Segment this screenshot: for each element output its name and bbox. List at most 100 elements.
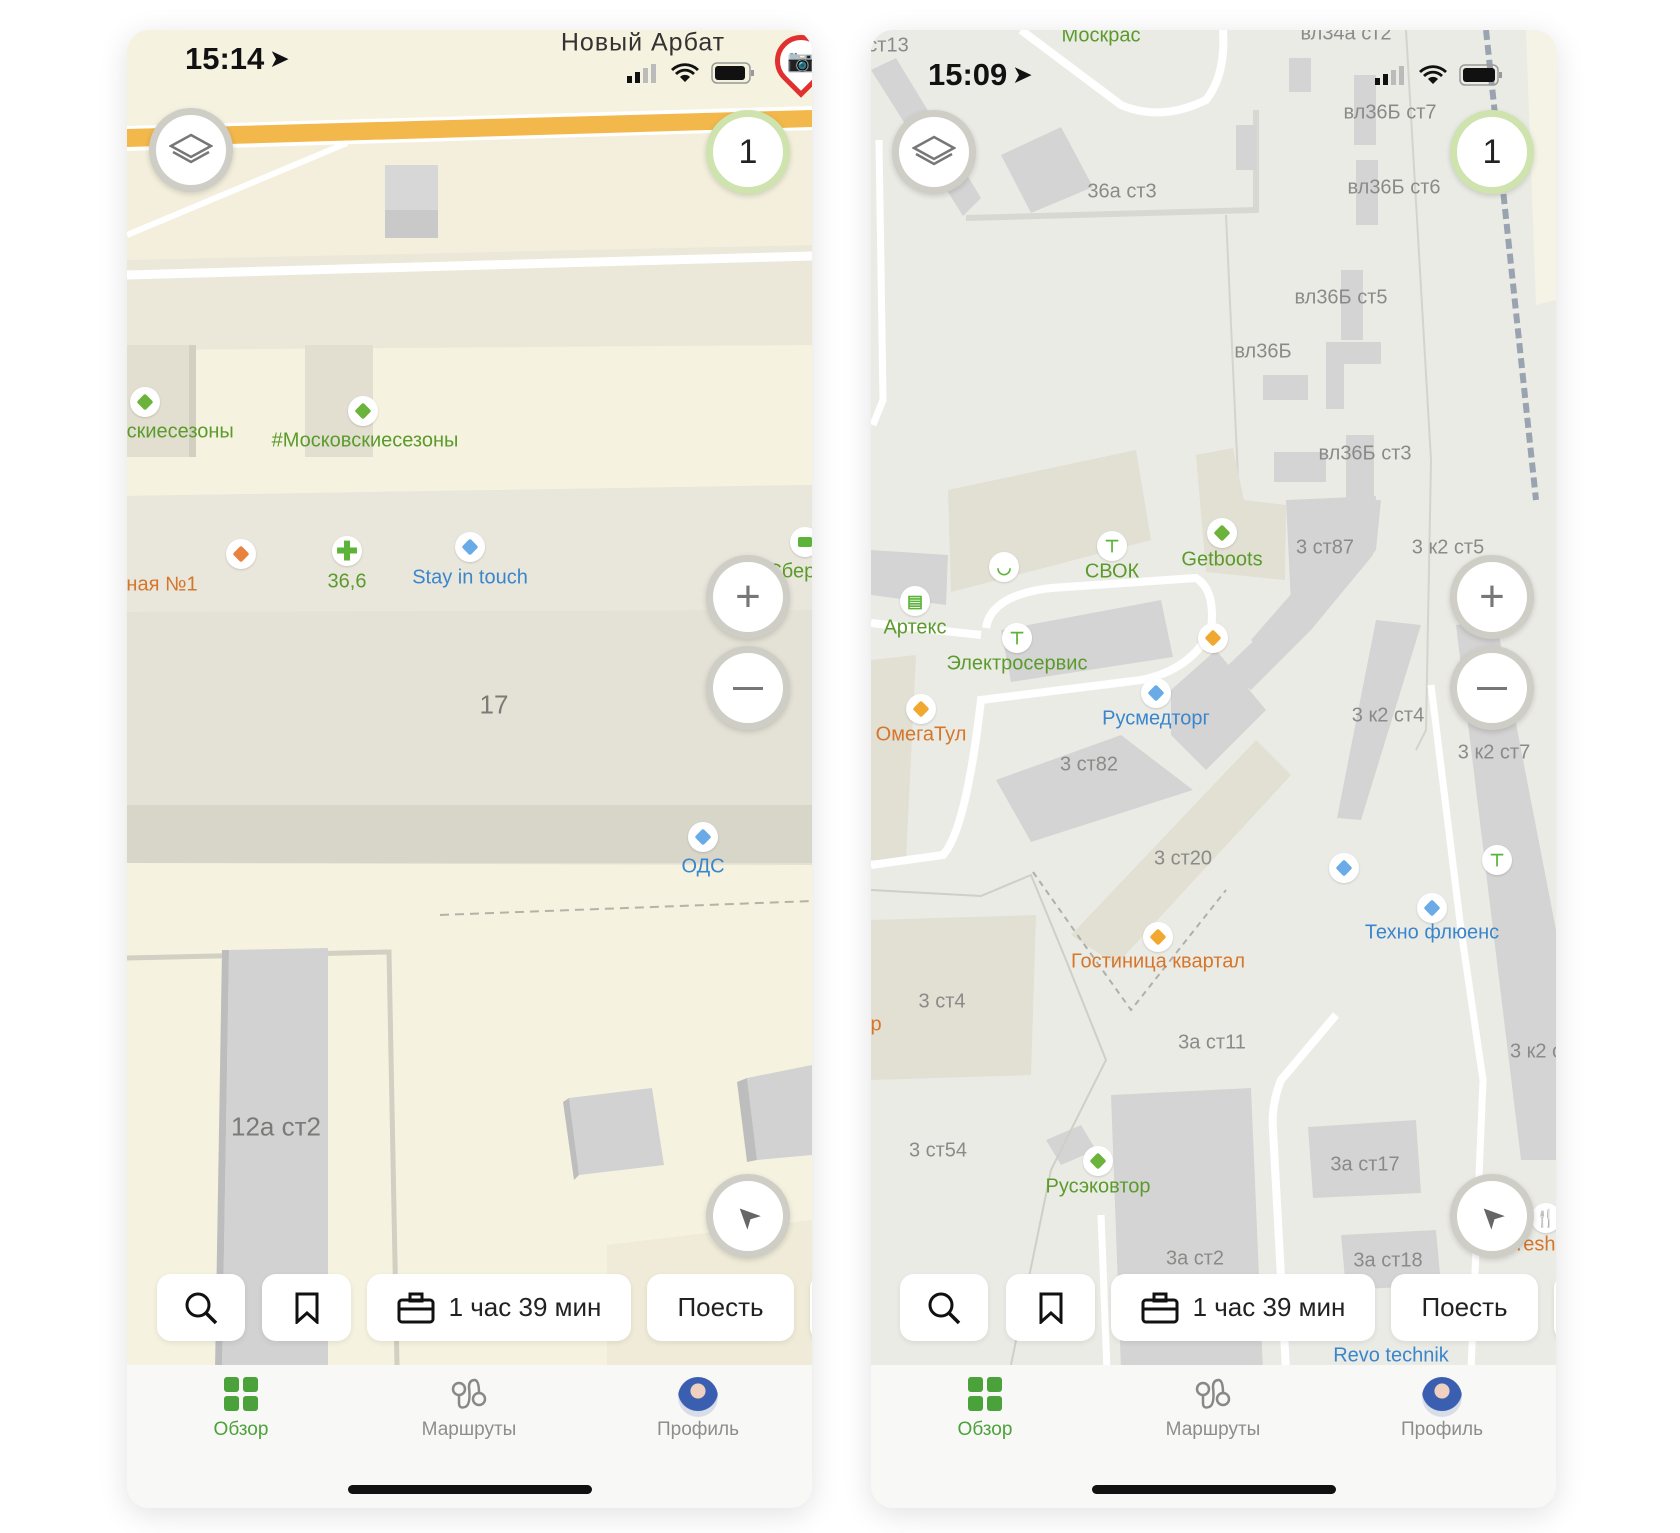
map-label[interactable]: ная №1 [127,574,198,597]
map-label[interactable]: СВОК [1085,561,1139,584]
time-text: 15:09 [928,57,1008,92]
eat-button[interactable]: Поесть [647,1274,794,1341]
layers-icon [912,135,956,166]
status-time: 15:09 ➤ [928,57,1032,93]
minus-icon [1477,686,1507,690]
printer-icon[interactable]: ▤ [900,586,930,616]
home-indicator[interactable] [348,1485,592,1494]
layers-icon [169,133,213,164]
house-number: вл36Б ст7 [1343,101,1437,124]
map-label[interactable]: Русмедторг [1102,708,1210,731]
layers-button[interactable] [149,108,233,192]
paint-roller-icon[interactable]: ⊤ [1002,623,1032,653]
notification-count-button[interactable]: 1 [706,110,790,194]
poi-pin[interactable] [130,387,160,417]
status-time: 15:14 ➤ [185,41,289,77]
map-label[interactable]: ОДС [681,856,724,879]
status-icons [627,62,755,84]
tab-profile[interactable]: Профиль [1352,1377,1532,1441]
poi-pin[interactable] [1329,853,1359,883]
search-icon [185,1292,218,1324]
poi-pin[interactable] [1083,1146,1113,1176]
map-label[interactable]: Москрас [1061,30,1140,48]
map-label[interactable]: Getboots [1181,549,1262,572]
house-number: 3 ст54 [908,1139,968,1162]
house-number: 3а ст17 [1330,1153,1400,1176]
map-label[interactable]: р [871,1014,882,1037]
poi-pin[interactable] [906,694,936,724]
paint-roller-icon[interactable]: ⊤ [1097,531,1127,561]
map-label[interactable]: Гостиница квартал [1071,951,1245,974]
house-number: 17 [479,689,509,720]
bank-icon[interactable] [790,527,812,557]
battery-icon [711,62,754,84]
search-icon [928,1292,961,1324]
minus-icon [733,686,763,690]
map-label[interactable]: Русэковтор [1045,1176,1150,1199]
house-number: 3 ст20 [1153,847,1213,870]
grid-icon [224,1377,258,1411]
more-chip[interactable] [810,1274,812,1341]
poi-pin[interactable] [1207,518,1237,548]
poi-pin[interactable] [348,396,378,426]
house-number: 3 ст4 [918,990,966,1013]
map-label[interactable]: Электросервис [947,653,1088,676]
more-chip[interactable] [1554,1274,1556,1341]
tab-label: Маршруты [1165,1419,1261,1440]
commute-time-button[interactable]: 1 час 39 мин [1111,1274,1375,1341]
map-label[interactable]: Артекс [883,617,946,640]
poi-pin[interactable] [455,532,485,562]
map-label[interactable]: ОмегаТул [876,724,967,747]
my-location-button[interactable]: ➤ [706,1174,790,1258]
tab-overview[interactable]: Обзор [151,1377,331,1441]
avatar [1422,1377,1462,1417]
battery-icon [1459,64,1502,86]
basket-icon[interactable]: ◡ [989,552,1019,582]
bookmarks-button[interactable] [1006,1274,1095,1341]
map-label[interactable]: Stay in touch [412,567,528,590]
status-icons [1375,64,1503,86]
zoom-in-button[interactable]: + [706,555,790,639]
street-name: Новый Арбат [560,30,726,57]
poi-pin[interactable] [688,822,718,852]
house-number: 3 к2 ст4 [1351,704,1425,727]
tab-routes[interactable]: Маршруты [379,1377,559,1441]
tab-profile[interactable]: Профиль [608,1377,788,1441]
commute-time-button[interactable]: 1 час 39 мин [367,1274,631,1341]
restaurant-icon[interactable]: 🍴 [1531,1203,1556,1233]
home-indicator[interactable] [1092,1485,1336,1494]
poi-pin[interactable] [1417,893,1447,923]
zoom-in-button[interactable]: + [1450,555,1534,639]
poi-pin[interactable] [226,539,256,569]
house-number: 36а ст3 [1087,180,1157,203]
map-label[interactable]: Техно флюенс [1365,922,1499,945]
zoom-out-button[interactable] [1450,646,1534,730]
map-label[interactable]: #Московскиесезоны [272,430,459,453]
house-number: 3а ст11 [1178,1031,1246,1054]
house-number: 3 ст82 [1059,753,1119,776]
map-label[interactable]: 36,6 [328,571,367,594]
poi-pin[interactable] [1143,922,1173,952]
layers-button[interactable] [892,110,976,194]
search-button[interactable] [157,1274,245,1341]
map-label[interactable]: вскиесезоны [127,421,234,444]
pharmacy-icon[interactable]: ✚ [332,536,362,566]
search-button[interactable] [900,1274,988,1341]
house-number: вл36Б ст5 [1294,286,1388,309]
my-location-button[interactable]: ➤ [1450,1174,1534,1258]
notification-count-button[interactable]: 1 [1450,110,1534,194]
tab-label: Профиль [656,1419,740,1440]
tab-overview[interactable]: Обзор [895,1377,1075,1441]
paint-roller-icon[interactable]: ⊤ [1482,845,1512,875]
bookmarks-button[interactable] [262,1274,351,1341]
navigation-arrow-icon: ➤ [727,1195,769,1237]
tab-routes[interactable]: Маршруты [1123,1377,1303,1441]
house-number: 3а ст2 [1165,1247,1225,1270]
zoom-out-button[interactable] [706,646,790,730]
signal-icon [1375,66,1404,85]
bookmark-icon [1039,1292,1062,1324]
house-number: вл34а ст2 [1300,30,1392,45]
poi-pin[interactable] [1198,623,1228,653]
poi-pin[interactable] [1141,678,1171,708]
eat-button[interactable]: Поесть [1391,1274,1538,1341]
